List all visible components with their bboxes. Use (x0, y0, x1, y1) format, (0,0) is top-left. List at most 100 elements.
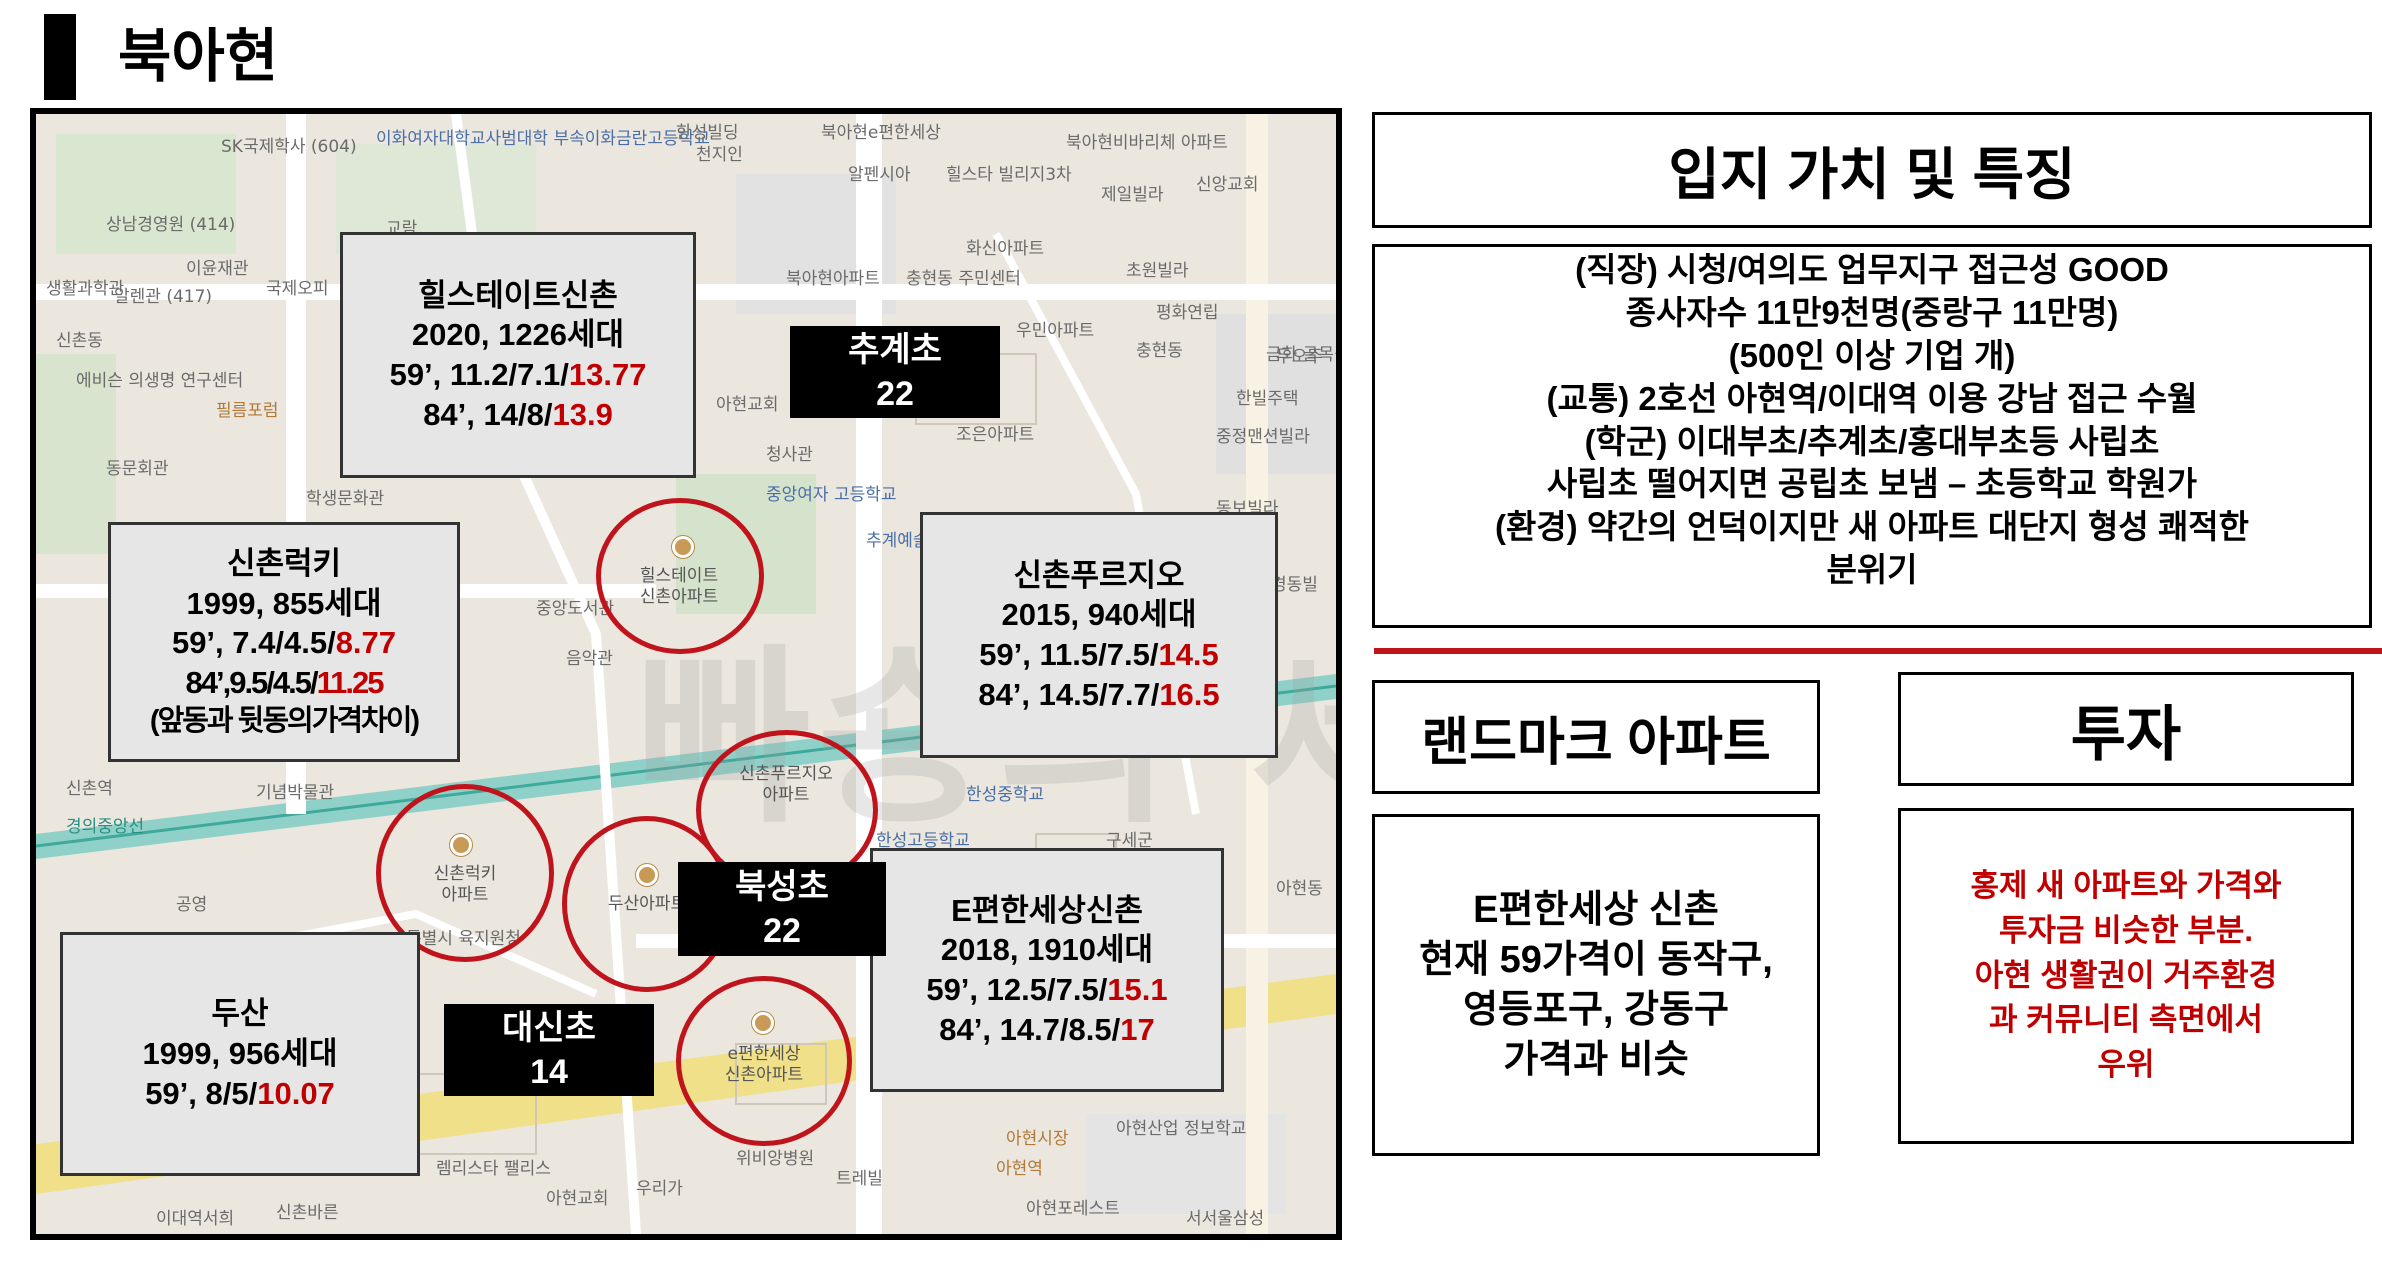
map-label: 초원빌라 (1126, 261, 1189, 281)
apartment-pin-icon (672, 536, 694, 558)
map-label: 공영 (176, 895, 208, 915)
features-list: (직장) 시청/여의도 업무지구 접근성 GOOD 종사자수 11만9천명(중랑… (1372, 244, 2372, 628)
map-label: 서서울삼성 (1186, 1209, 1265, 1229)
map-label: 학생문화관 (306, 489, 385, 509)
apartment-name: E편한세상신촌 (951, 892, 1143, 928)
investment-line: 홍제 새 아파트와 가격와 (1970, 867, 2282, 903)
landmark-line: 현재 59가격이 동작구, (1419, 938, 1773, 981)
map-label: 충현동 주민센터 (906, 269, 1021, 289)
feature-line: (500인 이상 기업 개) (1728, 336, 2016, 374)
map-label: 아현교회 (546, 1189, 609, 1209)
landmark-body: E편한세상 신촌 현재 59가격이 동작구, 영등포구, 강동구 가격과 비슷 (1372, 814, 1820, 1156)
map-label: 청사관 (766, 445, 813, 465)
landmark-heading: 랜드마크 아파트 (1421, 713, 1771, 772)
map-label: 트레빌 (836, 1169, 883, 1189)
features-heading: 입지 가치 및 특징 (1668, 142, 2076, 206)
price-line-59: 59’, 12.5/7.5/15.1 (926, 972, 1168, 1007)
map-label: 상남경영원 (414) (106, 215, 236, 235)
map-label: 위비앙병원 (736, 1149, 815, 1169)
feature-line: (학군) 이대부초/추계초/홍대부초등 사립초 (1584, 422, 2160, 460)
map-label: 필름포럼 (216, 401, 279, 421)
map-label: 신촌역 (66, 779, 113, 799)
investment-heading-box: 투자 (1898, 672, 2354, 786)
landmark-heading-box: 랜드마크 아파트 (1372, 680, 1820, 794)
map-label: 동문회관 (106, 459, 169, 479)
map-label: 힐스타 빌리지3차 (946, 165, 1072, 185)
title-marker-bar (44, 14, 76, 100)
school-label-daesin: 대신초 14 (444, 1004, 654, 1096)
apartment-info: 2018, 1910세대 (940, 932, 1154, 968)
section-divider (1374, 648, 2382, 654)
apartment-card-hillstate: 힐스테이트신촌 2020, 1226세대 59’, 11.2/7.1/13.77… (340, 232, 696, 478)
price-line-59: 59’, 11.2/7.1/13.77 (389, 357, 647, 392)
map-label: 북아현e편한세상 (821, 123, 941, 143)
investment-line: 투자금 비슷한 부분. (1999, 912, 2253, 948)
map-label: 아현포레스트 (1026, 1199, 1120, 1219)
map-label: 조은아파트 (956, 425, 1035, 445)
map-label: 평화연립 (1156, 303, 1219, 323)
apartment-pin-icon (450, 834, 472, 856)
map-label: 아현시장 (1006, 1129, 1069, 1149)
pin-label: e편한세상 신촌아파트 (724, 1044, 804, 1086)
map-label: 렘리스타 팰리스 (436, 1159, 551, 1179)
map-label: 화신아파트 (966, 239, 1045, 259)
map-label: 우민아파트 (1016, 321, 1095, 341)
investment-line: 과 커뮤니티 측면에서 (1989, 1002, 2263, 1038)
map-label: 중앙여자 고등학교 (766, 485, 897, 505)
price-line-59: 59’, 7.4/4.5/8.77 (171, 625, 397, 661)
apartment-info: 1999, 855세대 (186, 585, 382, 621)
map-label: 한성중학교 (966, 785, 1045, 805)
map-label: 이대역서희 (156, 1209, 235, 1229)
features-heading-box: 입지 가치 및 특징 (1372, 112, 2372, 228)
map-label: 음악관 (566, 649, 613, 669)
map-label: 아현역 (996, 1159, 1043, 1179)
landmark-line: E편한세상 신촌 (1473, 888, 1719, 931)
map-label: 제일빌라 (1101, 185, 1164, 205)
apartment-name: 신촌푸르지오 (1013, 557, 1185, 593)
map-label: 이윤재관 (186, 259, 249, 279)
map-label: 두오주 (1276, 347, 1323, 367)
investment-body: 홍제 새 아파트와 가격와 투자금 비슷한 부분. 아현 생활권이 거주환경 과… (1898, 808, 2354, 1144)
apartment-info: 1999, 956세대 (142, 1036, 338, 1072)
price-line-84: 84’,9.5/4.5/11.25 (185, 665, 385, 701)
page-title: 북아현 (118, 24, 279, 89)
school-label-chugye: 추계초 22 (790, 326, 1000, 418)
map-label: 신앙교회 (1196, 175, 1259, 195)
apartment-note: (앞동과 뒷동의가격차이) (149, 704, 420, 737)
map-label: 아현산업 정보학교 (1116, 1119, 1247, 1139)
map-label: 에비슨 의생명 연구센터 (76, 371, 244, 391)
map-label: 경의중앙선 (66, 817, 145, 837)
price-line-59: 59’, 8/5/10.07 (145, 1075, 335, 1111)
map-label: 아현교회 (716, 395, 779, 415)
map-label: 북아현아파트 (786, 269, 880, 289)
map-label: 알펜시아 (848, 165, 911, 185)
map-label: 이화여자대학교사범대학 부속이화금란고등학교 (376, 129, 710, 149)
investment-line: 우위 (2097, 1047, 2155, 1083)
map-label: 알렌관 (417) (114, 287, 213, 307)
feature-line: (직장) 시청/여의도 업무지구 접근성 GOOD (1575, 251, 2169, 288)
apartment-info: 2015, 940세대 (1001, 597, 1197, 633)
map-label: 한빌주택 (1236, 389, 1299, 409)
apartment-name: 두산 (211, 996, 269, 1032)
map-label: SK국제학사 (604) (221, 137, 357, 157)
map-label: 중정맨션빌라 (1216, 427, 1310, 447)
map-label: 천지인 (696, 145, 743, 165)
feature-line: 분위기 (1826, 551, 1918, 589)
map-label: 아현동 (1276, 879, 1323, 899)
feature-line: 종사자수 11만9천명(중랑구 11만명) (1625, 293, 2119, 331)
apartment-pin-icon (752, 1012, 774, 1034)
pin-label: 신촌푸르지오 아파트 (739, 764, 833, 806)
apartment-card-epyunhan: E편한세상신촌 2018, 1910세대 59’, 12.5/7.5/15.1 … (870, 848, 1224, 1092)
map-label: 신촌동 (56, 331, 103, 351)
landmark-line: 영등포구, 강동구 (1463, 989, 1729, 1031)
apartment-card-doosan: 두산 1999, 956세대 59’, 8/5/10.07 (60, 932, 420, 1176)
investment-line: 아현 생활권이 거주환경 (1974, 957, 2278, 993)
apartment-pin-icon (636, 864, 658, 886)
price-line-84: 84’, 14.5/7.7/16.5 (978, 676, 1220, 712)
apartment-name: 신촌럭키 (226, 546, 342, 582)
apartment-info: 2020, 1226세대 (411, 317, 625, 353)
apartment-card-prugio: 신촌푸르지오 2015, 940세대 59’, 11.5/7.5/14.5 84… (920, 512, 1278, 758)
apartment-card-lucky: 신촌럭키 1999, 855세대 59’, 7.4/4.5/8.77 84’,9… (108, 522, 460, 762)
map-label: 생활과학관 (46, 279, 125, 299)
price-line-84: 84’, 14/8/13.9 (423, 396, 613, 432)
